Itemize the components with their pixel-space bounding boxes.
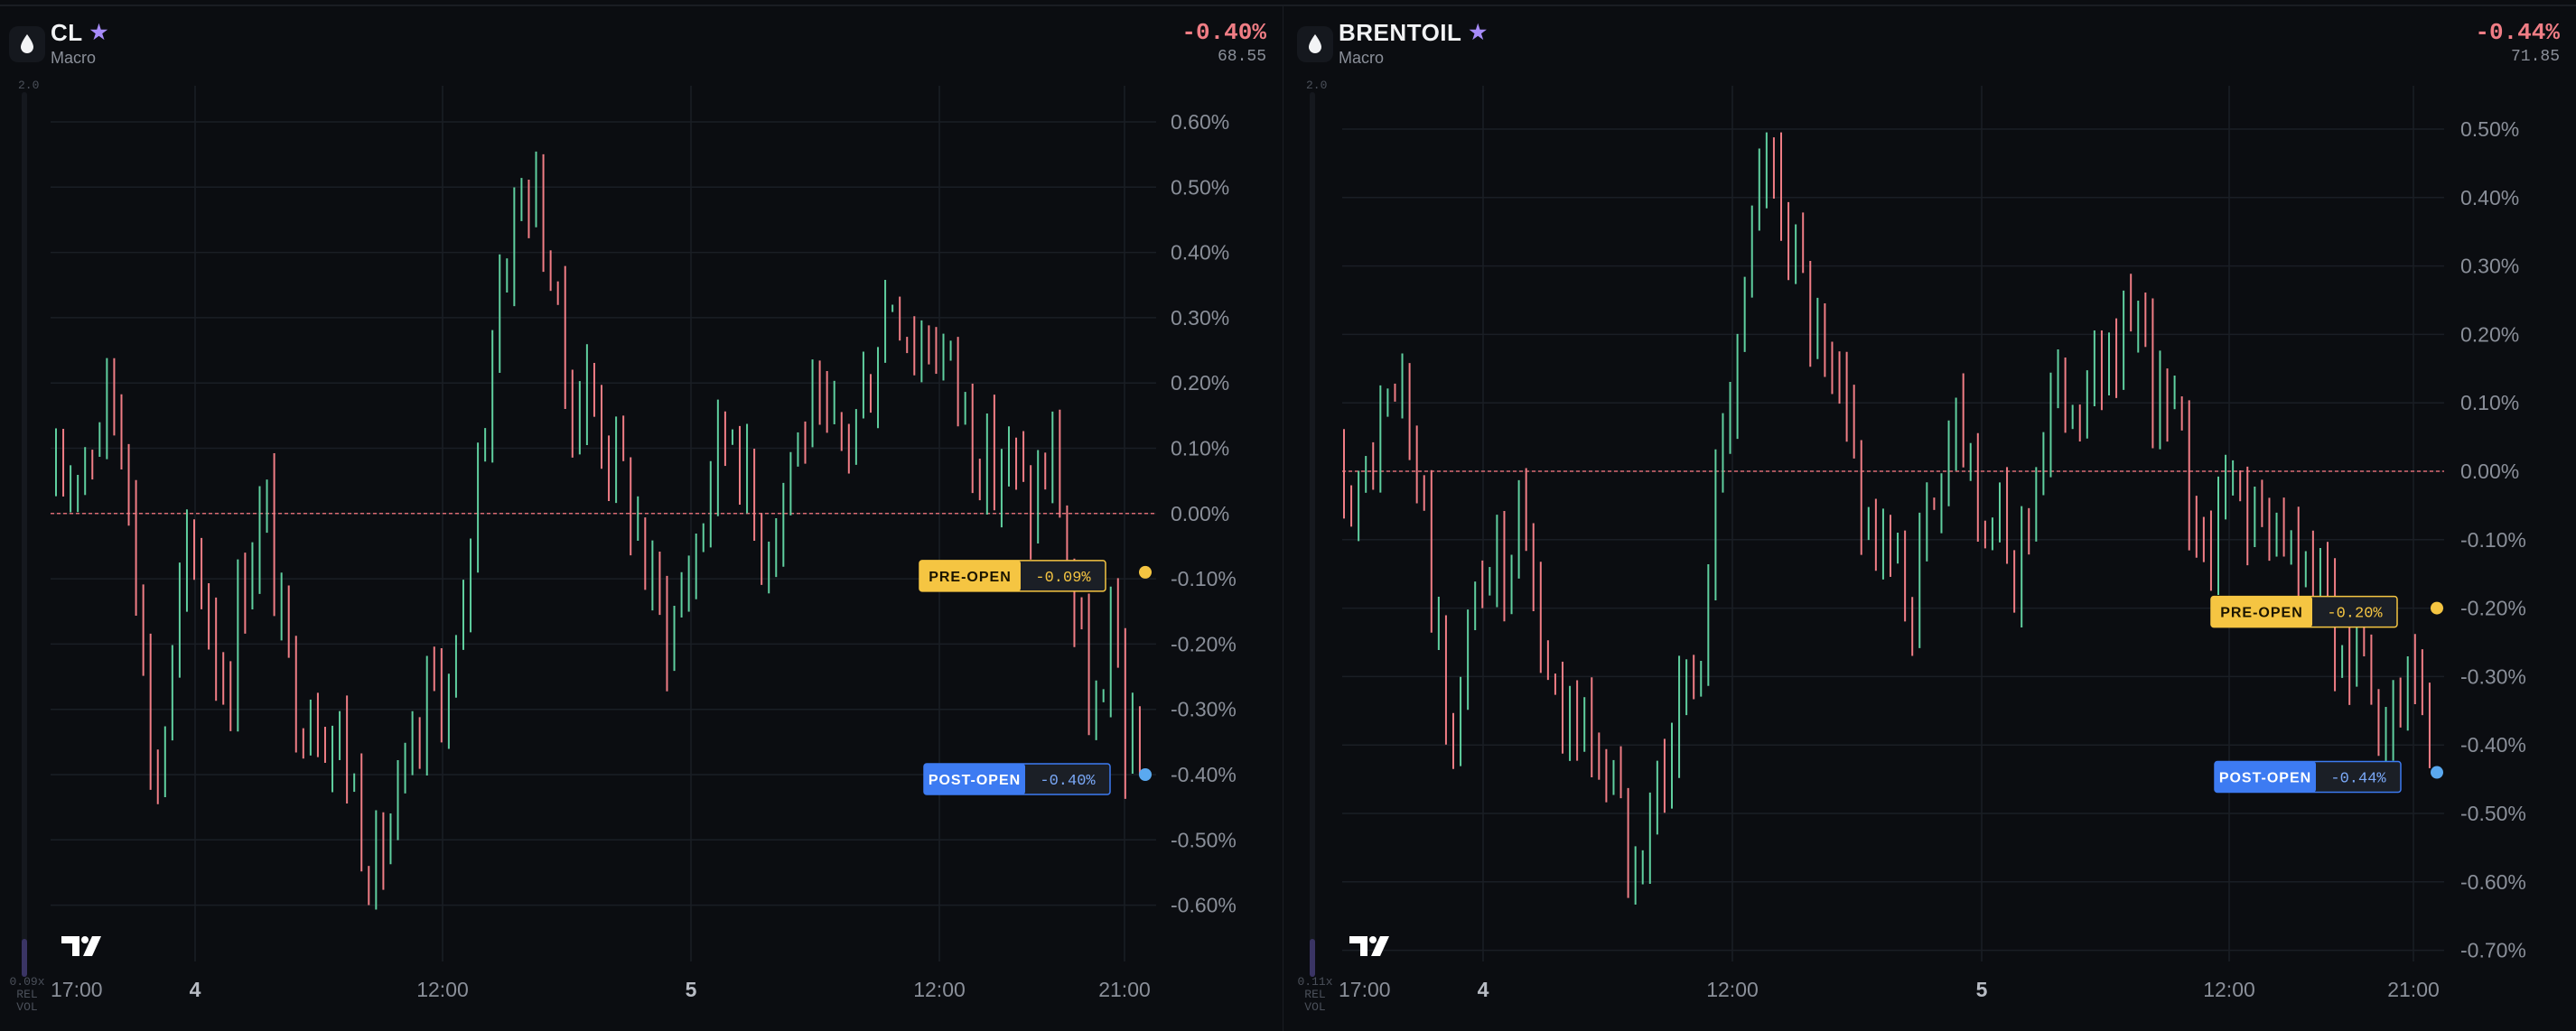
y-axis-label: -0.40% [1171, 763, 1237, 786]
x-axis-label: 21:00 [1098, 978, 1151, 1001]
pre-open-badge-value: -0.09% [1035, 570, 1091, 587]
y-axis-label: -0.30% [2460, 664, 2526, 688]
y-axis-label: -0.60% [1171, 894, 1237, 917]
y-axis-label: -0.50% [2460, 802, 2526, 825]
y-axis-label: 0.00% [1171, 502, 1229, 525]
post-open-badge[interactable]: POST-OPEN -0.40% [923, 763, 1111, 795]
x-axis-label: 12:00 [913, 978, 966, 1001]
y-axis-label: 0.30% [1171, 306, 1229, 330]
y-axis-label: 0.40% [1171, 241, 1229, 265]
y-axis-label: 0.60% [1171, 110, 1229, 134]
post-open-badge-label: POST-OPEN [2219, 771, 2311, 786]
y-axis-label: 0.20% [2460, 322, 2519, 346]
y-axis-label: 0.30% [2460, 255, 2519, 278]
post-open-badge[interactable]: POST-OPEN -0.44% [2214, 760, 2402, 794]
x-axis-label: 17:00 [1339, 978, 1391, 1001]
x-axis-label: 4 [1478, 978, 1489, 1001]
y-axis-label: -0.30% [1171, 698, 1237, 721]
y-axis-label: -0.40% [2460, 733, 2526, 757]
pre-open-badge[interactable]: PRE-OPEN -0.09% [919, 560, 1106, 592]
app-root: CL ★ Macro -0.40% 68.55 2.0 0.09x REL VOL… [0, 0, 2576, 1031]
x-axis-label: 5 [686, 978, 697, 1001]
pre-open-badge-label: PRE-OPEN [929, 570, 1012, 585]
x-axis-label: 21:00 [2387, 978, 2440, 1001]
pre-open-badge-value: -0.20% [2327, 606, 2383, 623]
y-axis-label: -0.60% [2460, 870, 2526, 894]
y-axis-label: -0.10% [1171, 567, 1237, 590]
post-open-badge-value: -0.44% [2330, 771, 2386, 788]
y-axis-label: 0.50% [1171, 175, 1229, 199]
chart-panel-brentoil[interactable]: BRENTOIL ★ Macro -0.44% 71.85 2.0 0.11x R… [1288, 6, 2576, 1031]
y-axis-label: 0.50% [2460, 117, 2519, 141]
pre-open-marker [2431, 601, 2443, 615]
y-axis-label: -0.20% [2460, 597, 2526, 620]
post-open-badge-label: POST-OPEN [929, 773, 1021, 788]
y-axis-label: -0.50% [1171, 828, 1237, 851]
chart-panel-cl[interactable]: CL ★ Macro -0.40% 68.55 2.0 0.09x REL VOL… [0, 6, 1283, 1031]
y-axis-label: 0.40% [2460, 186, 2519, 209]
y-axis-label: -0.70% [2460, 939, 2526, 962]
x-axis-label: 5 [1976, 978, 1988, 1001]
pre-open-marker [1139, 565, 1152, 579]
y-axis-label: 0.10% [1171, 437, 1229, 460]
x-axis-label: 12:00 [2203, 978, 2255, 1001]
pre-open-badge[interactable]: PRE-OPEN -0.20% [2210, 595, 2398, 628]
tradingview-logo-icon[interactable] [1348, 933, 1393, 960]
x-axis-label: 12:00 [416, 978, 469, 1001]
x-axis-label: 12:00 [1706, 978, 1759, 1001]
x-axis-label: 17:00 [51, 978, 103, 1001]
post-open-marker [2431, 766, 2443, 779]
post-open-badge-value: -0.40% [1040, 773, 1096, 790]
x-axis-label: 4 [190, 978, 201, 1001]
pre-open-badge-label: PRE-OPEN [2220, 606, 2303, 621]
price-chart[interactable]: 0.50% 0.40% 0.30% 0.20% 0.10% 0.00% -0.10% -0.2… [1288, 6, 2576, 1031]
y-axis-label: 0.20% [1171, 371, 1229, 395]
y-axis-label: 0.10% [2460, 391, 2519, 414]
y-axis-label: -0.20% [1171, 632, 1237, 655]
tradingview-logo-icon[interactable] [60, 933, 105, 960]
post-open-marker [1139, 768, 1152, 781]
price-chart[interactable]: 0.60% 0.50% 0.40% 0.30% 0.20% 0.10% 0.00% -0.10… [0, 6, 1283, 1031]
y-axis-label: 0.00% [2460, 460, 2519, 483]
y-axis-label: -0.10% [2460, 528, 2526, 552]
